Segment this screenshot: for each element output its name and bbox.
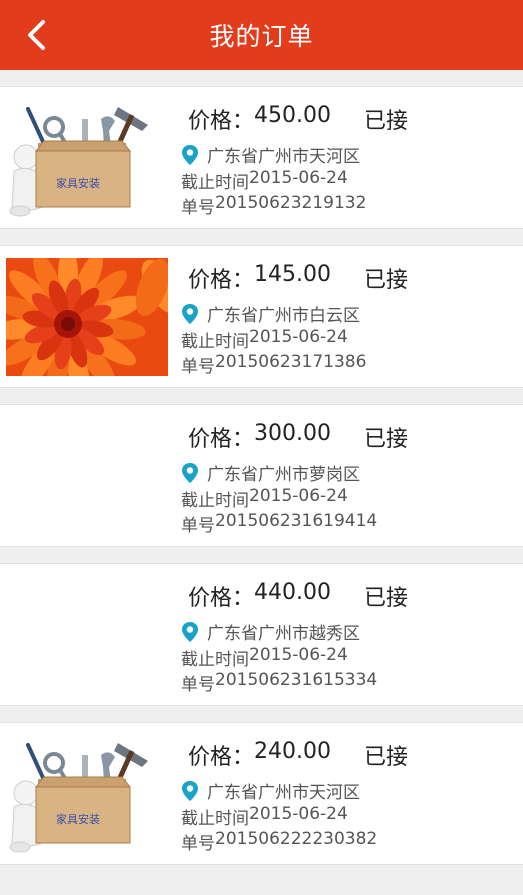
order-number: 单号 201506231619414: [181, 511, 377, 536]
order-price: 价格： 300.00: [188, 421, 331, 453]
order-address: 广东省广州市白云区: [181, 301, 360, 326]
status-badge: 已接: [364, 268, 409, 293]
price-label: 价格：: [188, 745, 255, 770]
deadline-label: 截止时间: [181, 332, 249, 352]
order-price: 价格： 145.00: [188, 262, 331, 294]
order-card[interactable]: 家具安装 价格： 450.00 已接 广东省广州市天河区 截止时间 2015-0…: [0, 86, 523, 229]
order-price: 价格： 450.00: [188, 103, 331, 135]
price-label: 价格：: [188, 427, 255, 452]
order-card[interactable]: 家具安装 价格： 240.00 已接 广东省广州市天河区 截止时间 2015-0…: [0, 722, 523, 865]
address-text: 广东省广州市天河区: [207, 147, 360, 167]
order-number-value: 201506231615334: [215, 670, 378, 690]
order-address: 广东省广州市越秀区: [181, 619, 360, 644]
status-badge: 已接: [364, 427, 409, 452]
top-app-bar: 我的订单: [0, 0, 523, 70]
status-badge: 已接: [364, 586, 409, 611]
order-number-label: 单号: [181, 834, 215, 854]
address-text: 广东省广州市天河区: [207, 783, 360, 803]
order-number: 单号 20150623219132: [181, 193, 366, 218]
order-thumbnail-toolbox: 家具安装: [6, 735, 168, 853]
deadline-label: 截止时间: [181, 491, 249, 511]
price-value: 145.00: [254, 262, 331, 287]
deadline-label: 截止时间: [181, 173, 249, 193]
order-deadline: 截止时间 2015-06-24: [181, 486, 348, 511]
price-value: 240.00: [254, 739, 331, 764]
order-price: 价格： 240.00: [188, 739, 331, 771]
deadline-value: 2015-06-24: [249, 486, 348, 506]
location-pin-icon: [182, 780, 198, 801]
order-number-value: 20150623171386: [215, 352, 367, 372]
back-button[interactable]: [18, 17, 54, 53]
order-number-value: 20150623219132: [215, 193, 367, 213]
order-number-value: 201506222230382: [215, 829, 378, 849]
location-pin-icon: [182, 462, 198, 483]
location-pin-icon: [182, 621, 198, 642]
status-badge: 已接: [364, 109, 409, 134]
deadline-label: 截止时间: [181, 809, 249, 829]
deadline-label: 截止时间: [181, 650, 249, 670]
order-card[interactable]: 价格： 145.00 已接 广东省广州市白云区 截止时间 2015-06-24 …: [0, 245, 523, 388]
order-address: 广东省广州市天河区: [181, 142, 360, 167]
address-text: 广东省广州市萝岗区: [207, 465, 360, 485]
order-number: 单号 201506231615334: [181, 670, 377, 695]
price-value: 450.00: [254, 103, 331, 128]
order-deadline: 截止时间 2015-06-24: [181, 645, 348, 670]
order-number-value: 201506231619414: [215, 511, 378, 531]
location-pin-icon: [182, 144, 198, 165]
order-address: 广东省广州市萝岗区: [181, 460, 360, 485]
price-label: 价格：: [188, 268, 255, 293]
status-badge: 已接: [364, 745, 409, 770]
toolbox-label: 家具安装: [56, 176, 100, 190]
order-deadline: 截止时间 2015-06-24: [181, 327, 348, 352]
address-text: 广东省广州市越秀区: [207, 624, 360, 644]
order-list: 家具安装 价格： 450.00 已接 广东省广州市天河区 截止时间 2015-0…: [0, 86, 523, 881]
page-title: 我的订单: [209, 22, 314, 51]
order-number: 单号 201506222230382: [181, 829, 377, 854]
deadline-value: 2015-06-24: [249, 645, 348, 665]
toolbox-label: 家具安装: [56, 812, 100, 826]
deadline-value: 2015-06-24: [249, 804, 348, 824]
order-thumbnail-toolbox: 家具安装: [6, 99, 168, 217]
order-number-label: 单号: [181, 198, 215, 218]
order-number-label: 单号: [181, 516, 215, 536]
address-text: 广东省广州市白云区: [207, 306, 360, 326]
deadline-value: 2015-06-24: [249, 168, 348, 188]
order-card[interactable]: 价格： 440.00 已接 广东省广州市越秀区 截止时间 2015-06-24 …: [0, 563, 523, 706]
location-pin-icon: [182, 303, 198, 324]
price-value: 300.00: [254, 421, 331, 446]
order-deadline: 截止时间 2015-06-24: [181, 168, 348, 193]
order-thumbnail-flower: [6, 258, 168, 376]
order-price: 价格： 440.00: [188, 580, 331, 612]
deadline-value: 2015-06-24: [249, 327, 348, 347]
order-address: 广东省广州市天河区: [181, 778, 360, 803]
order-number-label: 单号: [181, 675, 215, 695]
order-card[interactable]: 价格： 300.00 已接 广东省广州市萝岗区 截止时间 2015-06-24 …: [0, 404, 523, 547]
price-label: 价格：: [188, 109, 255, 134]
order-number: 单号 20150623171386: [181, 352, 366, 377]
price-label: 价格：: [188, 586, 255, 611]
price-value: 440.00: [254, 580, 331, 605]
order-deadline: 截止时间 2015-06-24: [181, 804, 348, 829]
chevron-left-icon: [28, 20, 45, 50]
order-number-label: 单号: [181, 357, 215, 377]
